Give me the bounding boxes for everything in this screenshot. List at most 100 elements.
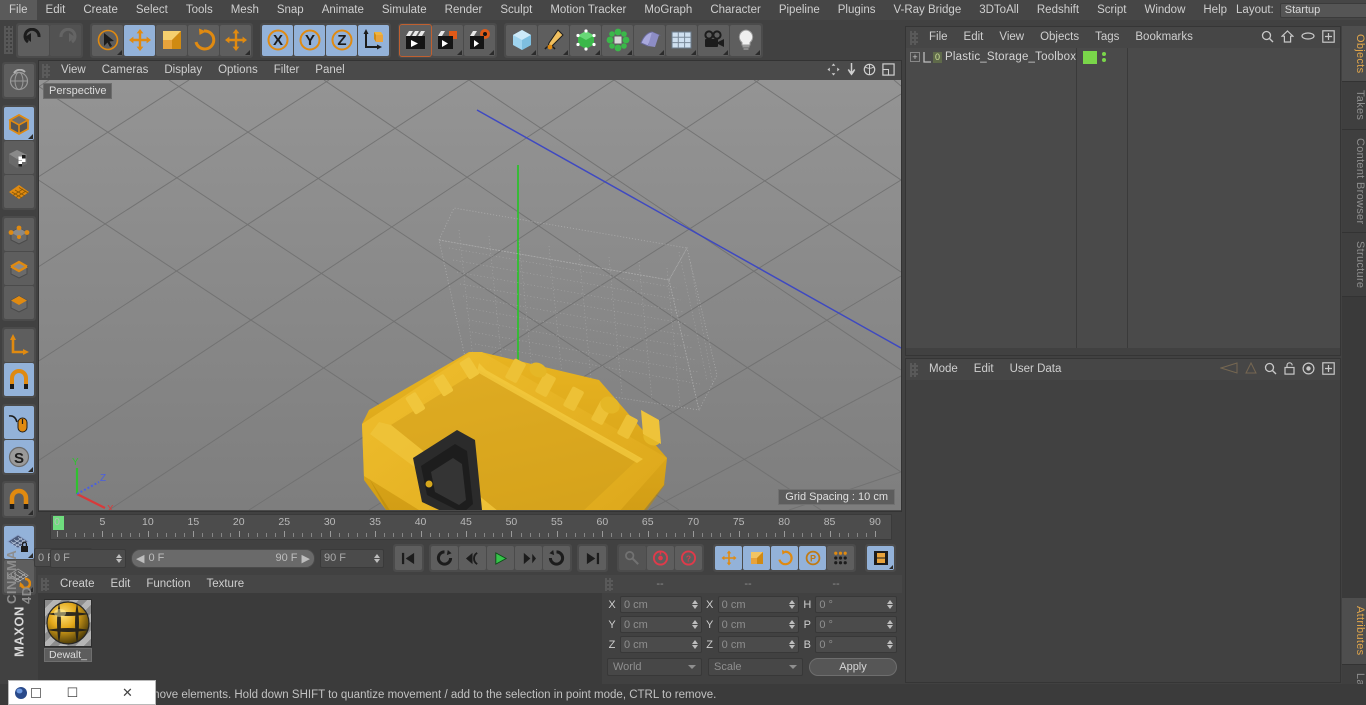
menu-file[interactable]: File xyxy=(0,0,37,20)
record-rotation-button[interactable] xyxy=(771,546,798,570)
material-list[interactable]: Dewalt_ xyxy=(38,593,602,687)
record-scale-button[interactable] xyxy=(743,546,770,570)
viewport-menu-cameras[interactable]: Cameras xyxy=(94,61,157,80)
submenu-corner-icon[interactable] xyxy=(245,49,250,55)
menu-script[interactable]: Script xyxy=(1088,0,1135,20)
submenu-corner-icon[interactable] xyxy=(755,49,760,55)
stepper-icon[interactable] xyxy=(785,640,796,649)
stepper-icon[interactable] xyxy=(112,553,122,563)
submenu-corner-icon[interactable] xyxy=(117,49,122,55)
menu-pipeline[interactable]: Pipeline xyxy=(770,0,829,20)
render-settings-button[interactable] xyxy=(464,24,495,56)
menu-3dtoall[interactable]: 3DToAll xyxy=(970,0,1028,20)
attribute-menu-user-data[interactable]: User Data xyxy=(1002,359,1070,380)
viewport-menu-filter[interactable]: Filter xyxy=(266,61,308,80)
menu-mograph[interactable]: MoGraph xyxy=(635,0,701,20)
menu-simulate[interactable]: Simulate xyxy=(373,0,436,20)
lock-icon[interactable] xyxy=(1284,361,1295,378)
play-button[interactable] xyxy=(487,546,514,570)
workplane-tool[interactable] xyxy=(4,175,34,208)
viewport-menu-view[interactable]: View xyxy=(53,61,94,80)
record-pla-button[interactable] xyxy=(827,546,854,570)
keyframe-selection-button[interactable]: ? xyxy=(675,546,702,570)
submenu-corner-icon[interactable] xyxy=(457,49,462,55)
menu-window[interactable]: Window xyxy=(1135,0,1194,20)
move-tool[interactable] xyxy=(124,24,155,56)
add-camera-button[interactable] xyxy=(698,24,729,56)
dock-tab-content-browser[interactable]: Content Browser xyxy=(1342,129,1366,234)
position-z-field[interactable]: 0 cm xyxy=(620,636,702,653)
material-item[interactable]: Dewalt_ xyxy=(44,599,92,662)
add-light-button[interactable] xyxy=(730,24,761,56)
attribute-menu-mode[interactable]: Mode xyxy=(921,359,966,380)
submenu-corner-icon[interactable] xyxy=(531,49,536,55)
prev-icon[interactable] xyxy=(1219,362,1238,377)
viewport-menu-display[interactable]: Display xyxy=(156,61,210,80)
world-object-coordinates[interactable] xyxy=(358,24,389,56)
menu-help[interactable]: Help xyxy=(1194,0,1236,20)
texture-mode-tool[interactable] xyxy=(4,141,34,174)
menu-v-ray-bridge[interactable]: V-Ray Bridge xyxy=(884,0,970,20)
size-z-field[interactable]: 0 cm xyxy=(717,636,800,653)
submenu-corner-icon[interactable] xyxy=(563,49,568,55)
coordinate-system-select[interactable]: World xyxy=(607,658,702,676)
menu-mesh[interactable]: Mesh xyxy=(222,0,268,20)
object-menu-bookmarks[interactable]: Bookmarks xyxy=(1127,27,1201,48)
object-tag-column[interactable] xyxy=(1077,48,1128,348)
viewport-solo-tool[interactable] xyxy=(4,406,34,439)
position-y-field[interactable]: 0 cm xyxy=(620,616,702,633)
stepper-icon[interactable] xyxy=(785,600,796,609)
model-mode-tool[interactable] xyxy=(4,107,34,140)
go-to-end-button[interactable] xyxy=(579,546,606,570)
submenu-corner-icon[interactable] xyxy=(28,134,33,139)
enable-snapping-tool[interactable] xyxy=(4,363,34,396)
size-y-field[interactable]: 0 cm xyxy=(717,616,800,633)
polygons-mode-tool[interactable] xyxy=(4,286,34,319)
material-menu-texture[interactable]: Texture xyxy=(198,575,252,593)
submenu-corner-icon[interactable] xyxy=(691,49,696,55)
add-deformer-button[interactable] xyxy=(634,24,665,56)
plus-box-icon[interactable] xyxy=(1322,361,1335,378)
range-left-arrow-icon[interactable]: ◀ xyxy=(136,552,144,565)
rotate-icon[interactable] xyxy=(863,63,876,79)
home-icon[interactable] xyxy=(1280,29,1295,46)
rotate-tool[interactable] xyxy=(188,24,219,56)
live-selection-tool[interactable] xyxy=(92,24,123,56)
record-parameter-button[interactable]: P xyxy=(799,546,826,570)
size-x-field[interactable]: 0 cm xyxy=(717,596,800,613)
dock-tab-structure[interactable]: Structure xyxy=(1342,233,1366,298)
add-cube-button[interactable] xyxy=(506,24,537,56)
restore-button[interactable]: ☐ xyxy=(45,685,100,701)
submenu-corner-icon[interactable] xyxy=(723,49,728,55)
material-menu-edit[interactable]: Edit xyxy=(103,575,139,593)
rotation-b-field[interactable]: 0 ° xyxy=(815,636,898,653)
rotation-p-field[interactable]: 0 ° xyxy=(815,616,898,633)
menu-character[interactable]: Character xyxy=(701,0,770,20)
viewport-grip[interactable] xyxy=(42,63,50,78)
stepper-icon[interactable] xyxy=(688,600,698,609)
menu-redshift[interactable]: Redshift xyxy=(1028,0,1088,20)
step-back-button[interactable] xyxy=(459,546,486,570)
pan-icon[interactable] xyxy=(827,62,840,79)
menu-select[interactable]: Select xyxy=(127,0,177,20)
points-mode-tool[interactable] xyxy=(4,218,34,251)
search-icon[interactable] xyxy=(1261,30,1274,46)
stepper-icon[interactable] xyxy=(370,553,380,563)
close-button[interactable]: ✕ xyxy=(100,685,155,701)
x-axis-lock[interactable]: X xyxy=(262,24,293,56)
object-tree[interactable]: + 0 Plastic_Storage_Toolbox xyxy=(906,48,1078,348)
viewport-menu-panel[interactable]: Panel xyxy=(307,61,352,80)
end-frame-field[interactable]: 90 F xyxy=(320,548,384,568)
submenu-corner-icon[interactable] xyxy=(28,467,33,472)
go-to-start-button[interactable] xyxy=(395,546,422,570)
range-right-arrow-icon[interactable]: ▶ xyxy=(302,552,310,565)
submenu-corner-icon[interactable] xyxy=(627,49,632,55)
enable-axis-modification-tool[interactable] xyxy=(4,329,34,362)
material-preview-thumbnail[interactable] xyxy=(44,599,92,647)
play-reverse-loop-button[interactable] xyxy=(431,546,458,570)
record-active-objects-button[interactable] xyxy=(647,546,674,570)
z-axis-lock[interactable]: Z xyxy=(326,24,357,56)
next-icon[interactable] xyxy=(1245,361,1257,377)
stepper-icon[interactable] xyxy=(688,640,698,649)
undo-button[interactable] xyxy=(18,24,49,56)
